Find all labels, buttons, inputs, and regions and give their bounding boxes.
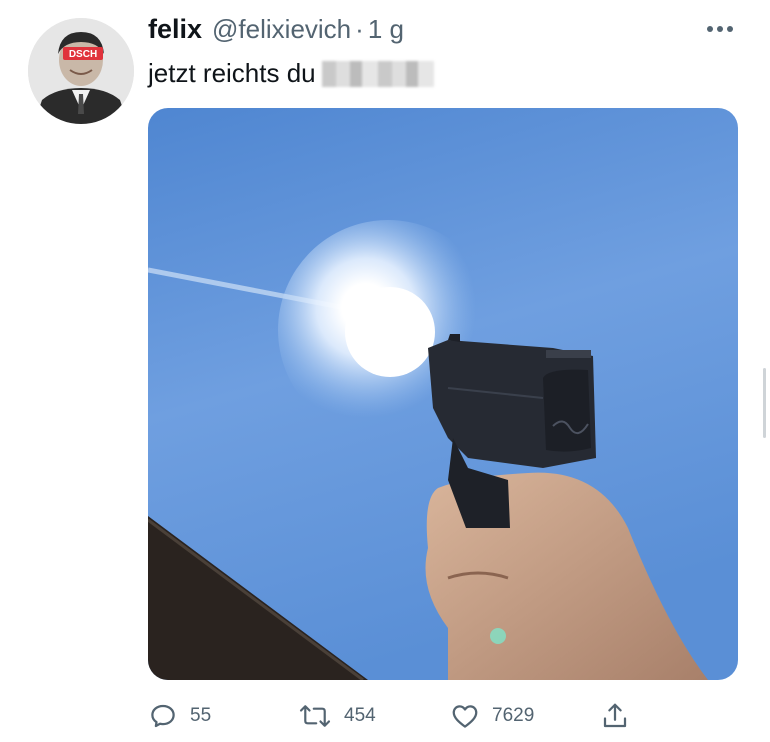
separator: · [355, 14, 364, 44]
tweet-text-row: jetzt reichts du [148, 58, 434, 89]
retweet-button[interactable]: 454 [298, 700, 376, 732]
like-icon [452, 705, 478, 728]
censored-text-blur [321, 60, 434, 87]
share-button[interactable] [600, 700, 630, 732]
tweet-text: jetzt reichts du [148, 58, 316, 88]
tweet-header: felix @felixievich · 1 g [148, 14, 404, 48]
reply-count: 55 [190, 705, 212, 726]
scrollbar[interactable] [763, 368, 766, 438]
avatar-image: DSCH [28, 18, 134, 124]
retweet-icon [299, 705, 331, 727]
media-photo [148, 108, 738, 680]
like-button[interactable]: 7629 [450, 700, 534, 732]
reply-icon [151, 704, 175, 728]
like-count: 7629 [492, 705, 535, 726]
more-icon[interactable] [700, 14, 740, 44]
author-handle[interactable]: @felixievich [212, 14, 351, 45]
retweet-count: 454 [344, 705, 376, 726]
author-name[interactable]: felix [148, 14, 202, 45]
tweet-media[interactable] [148, 108, 738, 680]
timestamp[interactable]: 1 g [368, 14, 404, 45]
avatar[interactable]: DSCH [28, 18, 134, 124]
avatar-badge-text: DSCH [69, 49, 97, 60]
reply-button[interactable]: 55 [148, 700, 211, 732]
tweet-actions: 55 454 7629 [148, 700, 648, 732]
share-icon [603, 703, 627, 728]
